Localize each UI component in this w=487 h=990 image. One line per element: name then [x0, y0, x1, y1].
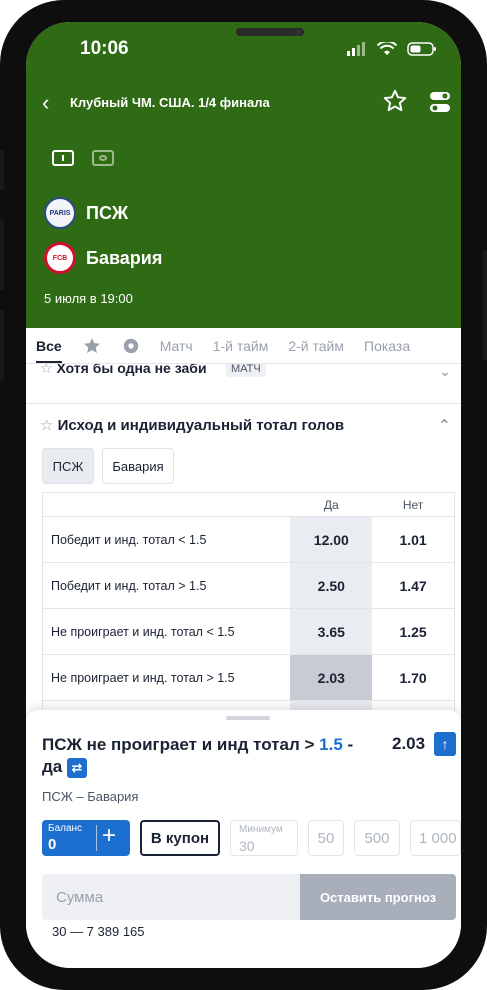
bayern-crest-text: FCB	[52, 254, 68, 262]
phone-frame: 10:06 ‹ Клубный ЧМ. США. 1/4 финала PARI…	[0, 0, 487, 990]
battery-icon	[407, 42, 436, 56]
balance-button[interactable]: Баланс 0 +	[42, 820, 130, 856]
tab-match[interactable]: Матч	[150, 328, 203, 363]
bet-slip-sheet: ПСЖ не проиграет и инд тотал > 1.5 - да …	[26, 710, 461, 968]
swap-icon[interactable]: ⇄	[66, 757, 87, 778]
back-icon[interactable]: ‹	[42, 92, 49, 114]
table-row: Победит и инд. тотал > 1.5 2.50 1.47	[42, 562, 455, 608]
add-to-coupon-button[interactable]: В купон	[140, 820, 220, 856]
market-title: Исход и индивидуальный тотал голов	[57, 417, 345, 434]
team-chip-away[interactable]: Бавария	[102, 448, 174, 484]
market-header: ☆ Исход и индивидуальный тотал голов	[40, 416, 344, 434]
star-filled-icon	[83, 337, 100, 353]
table-row: Не проиграет и инд. тотал > 1.5 2.03 1.7…	[42, 654, 455, 700]
tab-all[interactable]: Все	[26, 328, 72, 363]
market-tabs: Все Матч 1-й тайм 2-й тайм Показа	[26, 328, 461, 364]
odds-table: Да Нет Победит и инд. тотал < 1.5 12.00 …	[42, 492, 455, 724]
balance-divider	[96, 825, 97, 851]
column-yes: Да	[323, 497, 339, 512]
submit-prediction-button[interactable]: Оставить прогноз	[300, 874, 456, 920]
bet-title-value: 1.5	[319, 735, 343, 754]
tab-special[interactable]	[112, 328, 150, 363]
home-team: PARIS ПСЖ	[44, 197, 128, 229]
balance-label: Баланс	[48, 823, 83, 834]
star-outline-icon[interactable]: ☆	[40, 364, 53, 376]
row-label: Победит и инд. тотал > 1.5	[51, 578, 207, 593]
tab-second-half[interactable]: 2-й тайм	[278, 328, 354, 363]
markets-list: ☆ Хотя бы одна не заби МАТЧ ⌄ ☆ Исход и …	[26, 364, 461, 724]
speaker	[236, 28, 304, 36]
status-icons	[347, 42, 437, 56]
row-label: Не проиграет и инд. тотал > 1.5	[51, 670, 235, 685]
match-header: 10:06 ‹ Клубный ЧМ. США. 1/4 финала PARI…	[26, 22, 461, 328]
market-row-collapsed[interactable]: ☆ Хотя бы одна не заби МАТЧ ⌄	[26, 364, 461, 404]
market-title: Хотя бы одна не заби	[56, 364, 207, 376]
odd-no[interactable]: 1.01	[372, 517, 454, 562]
minimum-value: 30	[239, 838, 255, 854]
gear-badge-icon	[123, 338, 138, 353]
minimum-amount-button[interactable]: Минимум 30	[230, 820, 298, 856]
stats-view-icon[interactable]	[92, 150, 114, 166]
tab-first-half[interactable]: 1-й тайм	[203, 328, 279, 363]
balance-value: 0	[48, 836, 57, 853]
odds-table-header: Да Нет	[42, 492, 455, 516]
settings-toggle-icon[interactable]	[429, 90, 451, 114]
minimum-label: Минимум	[239, 824, 283, 835]
wifi-icon	[377, 42, 397, 55]
volume-down-button	[0, 310, 4, 380]
row-label: Не проиграет и инд. тотал < 1.5	[51, 624, 235, 639]
quick-amount-button[interactable]: 50	[308, 820, 344, 856]
odd-yes[interactable]: 12.00	[290, 517, 373, 562]
power-button	[483, 250, 487, 360]
quick-amount-button[interactable]: 500	[354, 820, 400, 856]
camera	[295, 30, 301, 36]
tab-favorites[interactable]	[72, 328, 112, 363]
odd-no[interactable]: 1.47	[372, 563, 454, 608]
amount-range: 30 — 7 389 165	[52, 924, 145, 939]
column-no: Нет	[402, 497, 424, 512]
sheet-handle[interactable]	[226, 716, 270, 720]
away-team-name: Бавария	[86, 247, 163, 268]
screen: 10:06 ‹ Клубный ЧМ. США. 1/4 финала PARI…	[26, 22, 461, 968]
favorite-star-icon[interactable]	[382, 88, 408, 114]
odd-no[interactable]: 1.70	[372, 655, 454, 700]
odd-no[interactable]: 1.25	[372, 609, 454, 654]
amount-input[interactable]: Сумма	[42, 874, 300, 920]
chevron-down-icon[interactable]: ⌄	[439, 364, 451, 380]
away-team: FCB Бавария	[44, 242, 162, 274]
team-chip-home[interactable]: ПСЖ	[42, 448, 94, 484]
market-star-title: ☆ Хотя бы одна не заби	[40, 364, 207, 377]
row-label: Победит и инд. тотал < 1.5	[51, 532, 207, 547]
odd-yes[interactable]: 3.65	[290, 609, 373, 654]
home-team-name: ПСЖ	[86, 202, 129, 223]
market-badge: МАТЧ	[226, 364, 266, 377]
status-time: 10:06	[80, 38, 129, 59]
arrow-up-icon: ↑	[434, 732, 456, 756]
psg-crest-text: PARIS	[49, 209, 71, 217]
tab-stats[interactable]: Показа	[354, 328, 420, 363]
bet-odd: 2.03	[392, 734, 426, 753]
tournament-title: Клубный ЧМ. США. 1/4 финала	[70, 95, 270, 110]
scoreboard-view-icon[interactable]	[52, 150, 74, 166]
signal-icon	[347, 42, 365, 56]
star-outline-icon[interactable]: ☆	[40, 417, 53, 434]
header-spacer	[43, 493, 290, 516]
plus-icon[interactable]: +	[102, 822, 116, 850]
view-switcher	[52, 150, 114, 166]
bet-title: ПСЖ не проиграет и инд тотал > 1.5 - да …	[42, 734, 372, 778]
volume-up-button	[0, 220, 4, 290]
quick-amount-button[interactable]: 1 000	[410, 820, 461, 856]
odd-yes[interactable]: 2.50	[290, 563, 373, 608]
odd-yes-selected[interactable]: 2.03	[290, 655, 373, 700]
table-row: Победит и инд. тотал < 1.5 12.00 1.01	[42, 516, 455, 562]
match-date: 5 июля в 19:00	[44, 291, 133, 306]
chevron-up-icon[interactable]: ⌃	[438, 416, 451, 436]
table-row: Не проиграет и инд. тотал < 1.5 3.65 1.2…	[42, 608, 455, 654]
bet-title-prefix: ПСЖ не проиграет и инд тотал >	[42, 735, 320, 754]
psg-crest-icon: PARIS	[44, 197, 76, 229]
mute-switch	[0, 150, 4, 190]
bayern-crest-icon: FCB	[44, 242, 76, 274]
bet-match: ПСЖ – Бавария	[42, 789, 139, 804]
